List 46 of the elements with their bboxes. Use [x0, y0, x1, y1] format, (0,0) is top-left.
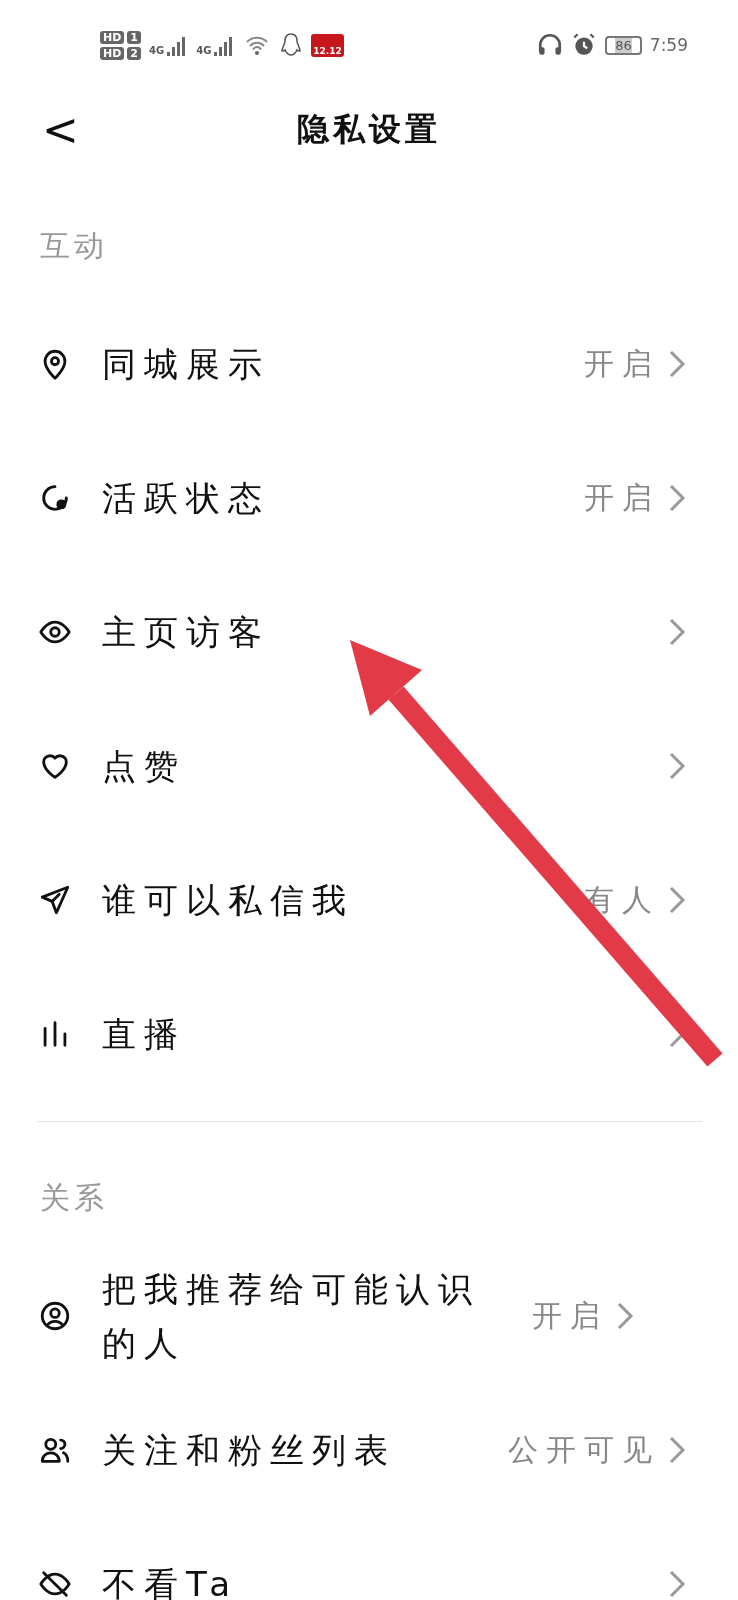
section-title: 关系	[39, 1179, 109, 1217]
chevron-right-icon	[668, 1435, 686, 1465]
battery-level: 86	[605, 35, 642, 55]
row-label: 同城展示	[102, 342, 271, 386]
clock-time: 7:59	[649, 35, 688, 55]
row-label: 直播	[102, 1012, 187, 1056]
settings-row[interactable]: 活跃状态 开启	[0, 431, 738, 565]
chevron-right-icon	[616, 1301, 634, 1331]
penguin-icon	[279, 32, 304, 58]
settings-row[interactable]: 主页访客	[0, 565, 738, 699]
sim-label: HD	[100, 30, 125, 44]
row-value: 公开可见	[508, 1430, 660, 1469]
settings-row[interactable]: 不看Ta	[0, 1517, 738, 1600]
row-label: 不看Ta	[102, 1562, 239, 1600]
chevron-right-icon	[668, 751, 686, 781]
row-label: 关注和粉丝列表	[102, 1428, 397, 1472]
row-label: 主页访客	[102, 610, 271, 654]
sim-label: HD	[100, 46, 125, 60]
headphones-icon	[537, 32, 564, 58]
row-label: 谁可以私信我	[102, 878, 355, 922]
user-circle-icon	[38, 1299, 72, 1333]
settings-row[interactable]: 关注和粉丝列表 公开可见	[0, 1383, 738, 1517]
chevron-right-icon	[668, 483, 686, 513]
settings-row[interactable]: 把我推荐给可能认识的人 开启	[0, 1249, 738, 1383]
settings-row[interactable]: 点赞	[0, 699, 738, 833]
network-type: 4G	[149, 45, 165, 56]
chevron-right-icon	[668, 1569, 686, 1599]
page-title: 隐私设置	[297, 109, 441, 150]
row-label: 活跃状态	[102, 476, 271, 520]
settings-row[interactable]: 同城展示 开启	[0, 297, 738, 431]
chevron-right-icon	[668, 349, 686, 379]
chevron-right-icon	[668, 885, 686, 915]
sim-slot: 1	[127, 30, 141, 44]
settings-row[interactable]: 直播	[0, 967, 738, 1101]
row-value: 开启	[584, 478, 660, 517]
row-value: 开启	[532, 1296, 608, 1335]
sim-slot: 2	[127, 46, 141, 60]
chevron-right-icon	[668, 617, 686, 647]
network-type: 4G	[196, 45, 212, 56]
app-badge: 12.12	[311, 33, 344, 57]
row-label: 把我推荐给可能认识的人	[102, 1267, 481, 1365]
back-button[interactable]: <	[36, 104, 85, 155]
row-label: 点赞	[102, 744, 187, 788]
row-value: 开启	[584, 344, 660, 383]
section-title: 互动	[39, 227, 109, 265]
paper-plane-icon	[38, 883, 72, 917]
